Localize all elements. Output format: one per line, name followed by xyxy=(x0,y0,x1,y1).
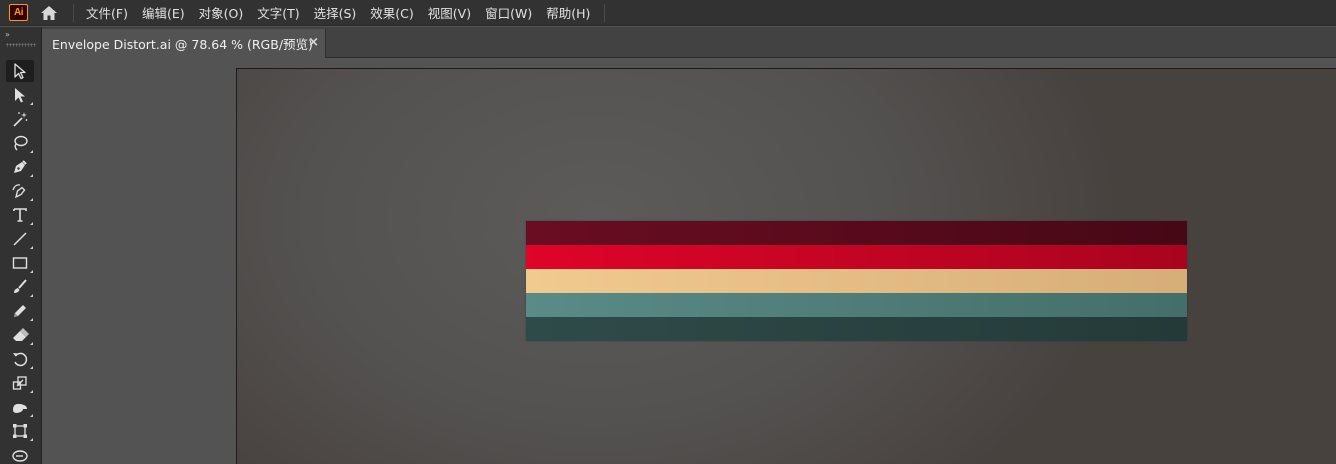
menu-separator xyxy=(604,3,606,22)
selection-tool[interactable] xyxy=(6,60,34,82)
free-transform-tool[interactable] xyxy=(6,420,34,442)
striped-rectangle-group[interactable] xyxy=(526,221,1187,341)
tool-group-indicator xyxy=(30,222,33,225)
tool-group-indicator xyxy=(30,294,33,297)
paintbrush-tool[interactable] xyxy=(6,276,34,298)
lasso-tool[interactable] xyxy=(6,132,34,154)
collapse-panel-button[interactable]: » xyxy=(5,30,10,39)
paintbrush-icon xyxy=(14,279,27,293)
tool-group-indicator xyxy=(30,174,33,177)
tool-group-indicator xyxy=(30,102,33,105)
menu-separator xyxy=(73,3,74,22)
menu-file[interactable]: 文件(F) xyxy=(86,3,128,22)
tool-group-indicator xyxy=(30,390,33,393)
tool-group-indicator xyxy=(30,366,33,369)
tool-group-indicator xyxy=(30,414,33,417)
home-icon xyxy=(41,5,57,20)
type-tool[interactable] xyxy=(6,204,34,226)
tool-group-indicator xyxy=(30,318,33,321)
menu-effect[interactable]: 效果(C) xyxy=(370,3,413,22)
tool-group-indicator xyxy=(30,270,33,273)
canvas-area[interactable] xyxy=(43,59,1336,464)
document-tab-bar: Envelope Distort.ai @ 78.64 % (RGB/预览) × xyxy=(42,27,1336,58)
magic-wand-tool[interactable] xyxy=(6,108,34,130)
pen-tool[interactable] xyxy=(6,156,34,178)
pencil-tool[interactable] xyxy=(6,300,34,322)
menu-bar: Ai 文件(F) 编辑(E) 对象(O) 文字(T) 选择(S) 效果(C) 视… xyxy=(0,0,1336,26)
type-t-icon xyxy=(13,208,27,222)
width-icon xyxy=(13,403,27,413)
menu-type[interactable]: 文字(T) xyxy=(257,3,299,22)
document-tab-title: Envelope Distort.ai @ 78.64 % (RGB/预览) xyxy=(52,37,313,52)
artboard[interactable] xyxy=(236,68,1336,464)
eraser-icon xyxy=(13,328,29,341)
menu-select[interactable]: 选择(S) xyxy=(314,3,357,22)
curvature-pen-icon xyxy=(12,184,26,199)
curvature-tool[interactable] xyxy=(6,180,34,202)
selection-arrow-icon xyxy=(14,63,26,80)
shape-builder-icon xyxy=(12,450,28,462)
tools-panel: » xyxy=(0,27,42,464)
rectangle-tool[interactable] xyxy=(6,252,34,274)
menu-help[interactable]: 帮助(H) xyxy=(546,3,590,22)
line-segment-icon xyxy=(13,232,27,246)
tool-group-indicator xyxy=(30,198,33,201)
rotate-icon xyxy=(13,352,28,367)
line-tool[interactable] xyxy=(6,228,34,250)
free-transform-icon xyxy=(13,424,27,438)
tool-group-indicator xyxy=(30,342,33,345)
stripe-dark-red[interactable] xyxy=(526,221,1187,245)
width-tool[interactable] xyxy=(6,396,34,418)
app-logo: Ai xyxy=(9,4,28,21)
home-button[interactable] xyxy=(37,1,61,25)
scale-tool[interactable] xyxy=(6,372,34,394)
pencil-icon xyxy=(14,305,26,317)
rectangle-icon xyxy=(12,257,28,269)
direct-selection-arrow-icon xyxy=(15,88,25,103)
eraser-tool[interactable] xyxy=(6,324,34,346)
lasso-icon xyxy=(14,135,28,151)
menu-window[interactable]: 窗口(W) xyxy=(485,3,532,22)
pen-nib-icon xyxy=(14,160,27,173)
direct-selection-tool[interactable] xyxy=(6,84,34,106)
menu-view[interactable]: 视图(V) xyxy=(428,3,471,22)
tool-group-indicator xyxy=(30,246,33,249)
stripe-sand[interactable] xyxy=(526,269,1187,293)
tool-group-indicator xyxy=(30,438,33,441)
menu-object[interactable]: 对象(O) xyxy=(199,3,244,22)
close-tab-icon[interactable]: × xyxy=(308,35,319,50)
rotate-tool[interactable] xyxy=(6,348,34,370)
document-tab[interactable]: Envelope Distort.ai @ 78.64 % (RGB/预览) × xyxy=(42,29,326,58)
stripe-red[interactable] xyxy=(526,245,1187,269)
menu-edit[interactable]: 编辑(E) xyxy=(142,3,185,22)
magic-wand-icon xyxy=(13,112,28,127)
tool-group-indicator xyxy=(30,150,33,153)
stripe-dark-teal[interactable] xyxy=(526,317,1187,341)
app-logo-text: Ai xyxy=(14,7,24,18)
panel-grip[interactable] xyxy=(6,43,36,47)
scale-icon xyxy=(12,376,27,390)
stripe-teal[interactable] xyxy=(526,293,1187,317)
shape-builder-tool[interactable] xyxy=(6,444,34,464)
